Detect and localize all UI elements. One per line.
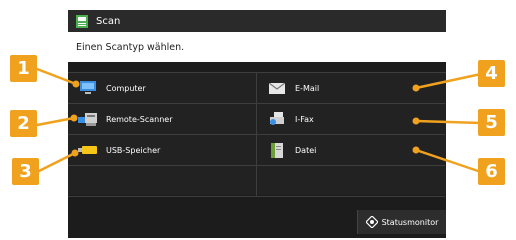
callout-leader-lines [35,67,483,174]
leader-dot-1 [72,80,80,88]
leader-line-4 [414,72,483,90]
leader-dot-3 [71,149,79,157]
leader-dot-2 [70,114,78,122]
leader-dot-4 [412,84,420,92]
callout-5: 5 [478,109,505,136]
callout-4: 4 [478,60,505,87]
callout-6: 6 [478,158,505,185]
leader-line-6 [414,148,483,174]
leader-line-5 [414,119,483,125]
callout-1: 1 [10,55,37,82]
leader-line-2 [35,116,76,127]
leader-dot-6 [412,146,420,154]
leader-dot-5 [412,117,420,125]
callout-3: 3 [12,158,39,185]
leader-line-3 [37,151,77,173]
callout-2: 2 [10,110,37,137]
leader-line-1 [35,67,78,86]
